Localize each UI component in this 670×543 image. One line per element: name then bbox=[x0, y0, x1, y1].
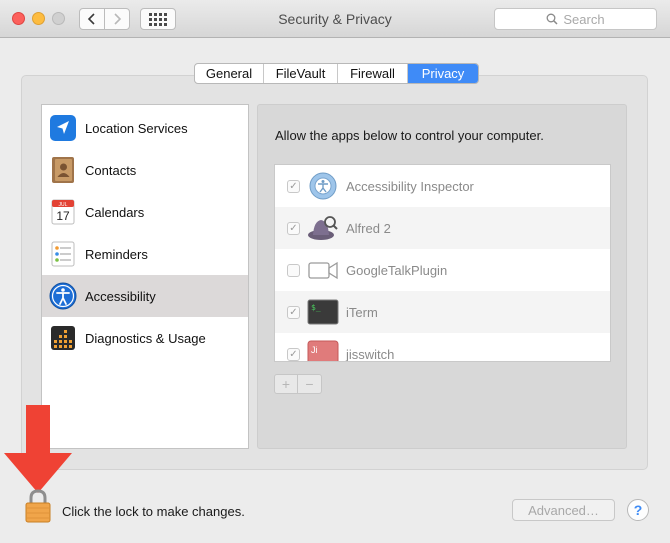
add-remove-control: + − bbox=[274, 374, 322, 394]
alfred-hat-icon bbox=[308, 216, 338, 240]
tab-privacy[interactable]: Privacy bbox=[408, 64, 478, 83]
sidebar-item-label: Diagnostics & Usage bbox=[85, 330, 206, 346]
grid-icon bbox=[149, 12, 167, 26]
remove-app-button[interactable]: − bbox=[298, 375, 321, 393]
calendar-month: JUL bbox=[59, 202, 68, 208]
minimize-window-button[interactable] bbox=[32, 12, 45, 25]
contacts-book-icon bbox=[52, 157, 74, 183]
jisswitch-icon: Ji bbox=[307, 340, 339, 361]
back-button[interactable] bbox=[79, 8, 105, 30]
accessibility-person-icon bbox=[49, 282, 77, 310]
forward-button[interactable] bbox=[104, 8, 130, 30]
app-checkbox[interactable]: ✓ bbox=[287, 222, 300, 235]
app-name: Alfred 2 bbox=[346, 220, 391, 236]
calendar-icon: JUL 17 bbox=[51, 199, 75, 225]
chevron-left-icon bbox=[87, 13, 95, 25]
show-all-button[interactable] bbox=[140, 8, 176, 30]
sidebar-item-accessibility[interactable]: Accessibility bbox=[42, 275, 248, 317]
tab-filevault[interactable]: FileVault bbox=[264, 64, 338, 83]
list-item[interactable]: GoogleTalkPlugin bbox=[275, 249, 610, 291]
privacy-category-list: Location Services Contacts JUL 17 Calend… bbox=[41, 104, 249, 449]
list-item[interactable]: ✓ Alfred 2 bbox=[275, 207, 610, 249]
advanced-button[interactable]: Advanced… bbox=[512, 499, 615, 521]
tab-firewall[interactable]: Firewall bbox=[338, 64, 408, 83]
chevron-right-icon bbox=[114, 13, 122, 25]
list-item[interactable]: ✓ Ji jisswitch bbox=[275, 333, 610, 362]
sidebar-item-label: Reminders bbox=[85, 246, 148, 262]
video-camera-icon bbox=[308, 261, 338, 280]
terminal-icon: $_ bbox=[307, 299, 339, 325]
search-icon bbox=[546, 13, 558, 25]
app-name: Accessibility Inspector bbox=[346, 178, 474, 194]
app-name: jisswitch bbox=[346, 346, 395, 362]
app-checkbox[interactable]: ✓ bbox=[287, 306, 300, 319]
search-field[interactable]: Search bbox=[494, 8, 657, 30]
red-arrow-annotation bbox=[4, 405, 72, 493]
title-bar: Security & Privacy Search bbox=[0, 0, 670, 38]
diagnostics-grid-icon bbox=[51, 326, 75, 350]
accessibility-inspector-icon bbox=[309, 172, 337, 200]
privacy-prompt: Allow the apps below to control your com… bbox=[275, 128, 544, 143]
lock-icon[interactable] bbox=[24, 488, 52, 524]
sidebar-item-label: Calendars bbox=[85, 204, 145, 220]
calendar-day: 17 bbox=[56, 209, 70, 223]
app-list[interactable]: ✓ Accessibility Inspector ✓ Alfred 2 Goo… bbox=[274, 164, 611, 362]
app-checkbox[interactable]: ✓ bbox=[287, 348, 300, 361]
sidebar-item-label: Accessibility bbox=[85, 288, 156, 304]
help-button[interactable]: ? bbox=[627, 499, 649, 521]
sidebar-item-reminders[interactable]: Reminders bbox=[42, 233, 248, 275]
app-checkbox[interactable]: ✓ bbox=[287, 180, 300, 193]
app-checkbox[interactable] bbox=[287, 264, 300, 277]
close-window-button[interactable] bbox=[12, 12, 25, 25]
sidebar-item-diagnostics-usage[interactable]: Diagnostics & Usage bbox=[42, 317, 248, 359]
list-item[interactable]: ✓ $_ iTerm bbox=[275, 291, 610, 333]
sidebar-item-label: Contacts bbox=[85, 162, 137, 178]
lock-message: Click the lock to make changes. bbox=[62, 504, 245, 519]
reminders-list-icon bbox=[51, 241, 75, 267]
search-placeholder: Search bbox=[563, 11, 605, 27]
svg-text:$_: $_ bbox=[311, 303, 321, 312]
list-item[interactable]: ✓ Accessibility Inspector bbox=[275, 165, 610, 207]
tab-general[interactable]: General bbox=[195, 64, 264, 83]
add-app-button[interactable]: + bbox=[275, 375, 298, 393]
sidebar-item-location-services[interactable]: Location Services bbox=[42, 107, 248, 149]
svg-text:Ji: Ji bbox=[311, 345, 318, 355]
sidebar-item-contacts[interactable]: Contacts bbox=[42, 149, 248, 191]
tab-bar: General FileVault Firewall Privacy bbox=[194, 63, 479, 84]
app-name: GoogleTalkPlugin bbox=[346, 262, 448, 278]
app-name: iTerm bbox=[346, 304, 378, 320]
preferences-window: Security & Privacy Search General FileVa… bbox=[0, 0, 670, 543]
sidebar-item-label: Location Services bbox=[85, 120, 188, 136]
sidebar-item-calendars[interactable]: JUL 17 Calendars bbox=[42, 191, 248, 233]
zoom-window-button[interactable] bbox=[52, 12, 65, 25]
location-arrow-icon bbox=[50, 115, 76, 141]
